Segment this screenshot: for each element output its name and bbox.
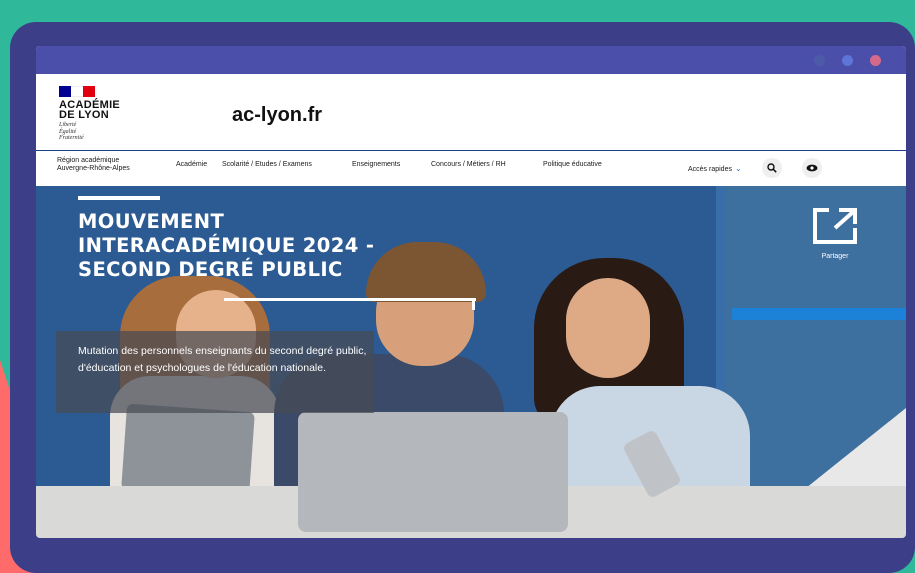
- photo-laptop: [298, 412, 568, 532]
- institution-logo-text[interactable]: ACADÉMIE DE LYON: [59, 100, 159, 121]
- hero-title[interactable]: MOUVEMENT INTERACADÉMIQUE 2024 - SECOND …: [78, 210, 498, 282]
- republic-motto: Liberté Égalité Fraternité: [59, 122, 84, 142]
- nav-item-politique[interactable]: Politique éducative: [543, 161, 602, 169]
- hero-accent-bar: [78, 196, 160, 200]
- search-button[interactable]: [762, 158, 782, 178]
- nav-item-region[interactable]: Région académique Auvergne-Rhône-Alpes: [57, 157, 130, 173]
- window-titlebar: [36, 46, 906, 74]
- eye-icon: [806, 164, 818, 172]
- hero-title-line: MOUVEMENT: [78, 210, 225, 233]
- window-dot-close[interactable]: [870, 55, 881, 66]
- nav-item-scolarite[interactable]: Scolarité / Etudes / Examens: [222, 161, 312, 169]
- hero-title-line: INTERACADÉMIQUE 2024 -: [78, 234, 375, 257]
- photo-tablet: [121, 403, 255, 499]
- republic-flag-logo: [59, 86, 95, 97]
- motto-line: Fraternité: [59, 135, 84, 141]
- nav-item-concours[interactable]: Concours / Métiers / RH: [431, 161, 506, 169]
- site-header: ACADÉMIE DE LYON Liberté Égalité Fratern…: [36, 74, 906, 150]
- window-dot-minimize[interactable]: [814, 55, 825, 66]
- browser-window: ACADÉMIE DE LYON Liberté Égalité Fratern…: [36, 46, 906, 538]
- decorative-corner: [806, 408, 906, 488]
- share-icon: [813, 208, 857, 244]
- quick-access-label: Accès rapides: [688, 166, 732, 173]
- site-title[interactable]: ac-lyon.fr: [232, 104, 322, 127]
- window-dot-maximize[interactable]: [842, 55, 853, 66]
- decorative-blue-strip: [732, 308, 906, 320]
- institution-name-line2: DE LYON: [59, 109, 109, 121]
- main-navigation: Région académique Auvergne-Rhône-Alpes A…: [36, 150, 906, 187]
- chevron-down-icon: ⌄: [734, 164, 742, 173]
- photo-person-right-face: [566, 278, 650, 378]
- share-label: Partager: [821, 253, 849, 260]
- nav-item-label: Région académique: [57, 157, 120, 164]
- hero-banner[interactable]: MOUVEMENT INTERACADÉMIQUE 2024 - SECOND …: [36, 186, 906, 538]
- hero-underline-cap: [472, 298, 475, 310]
- search-icon: [767, 163, 777, 173]
- share-button[interactable]: Partager: [810, 206, 860, 262]
- display-settings-button[interactable]: [802, 158, 822, 178]
- nav-item-academie[interactable]: Académie: [176, 161, 207, 169]
- nav-item-enseignements[interactable]: Enseignements: [352, 161, 400, 169]
- hero-underline: [224, 298, 476, 301]
- hero-description: Mutation des personnels enseignants du s…: [78, 345, 367, 374]
- quick-access-menu[interactable]: Accès rapides ⌄: [688, 164, 742, 173]
- nav-item-label: Auvergne-Rhône-Alpes: [57, 165, 130, 172]
- hero-title-line: SECOND DEGRÉ PUBLIC: [78, 258, 343, 281]
